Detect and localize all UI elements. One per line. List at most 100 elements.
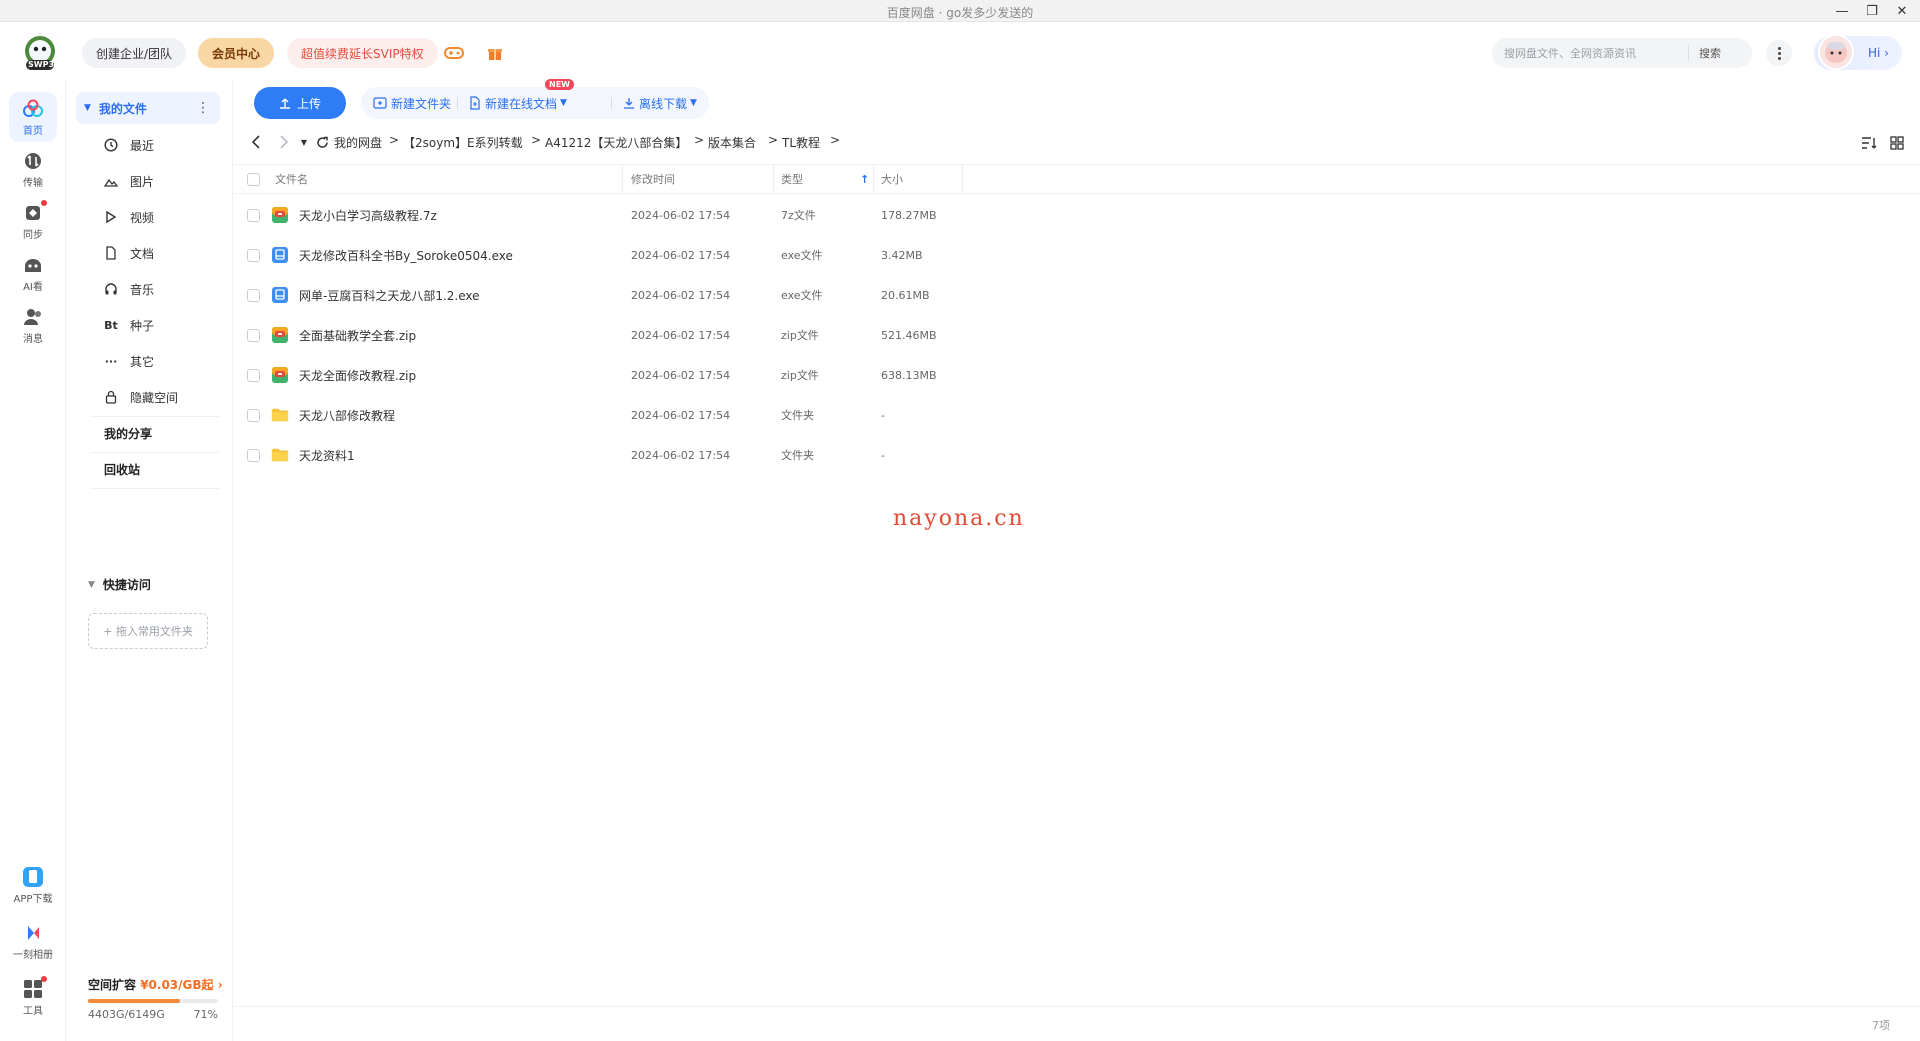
file-name[interactable]: 天龙八部修改教程	[299, 395, 395, 435]
table-row[interactable]: 天龙八部修改教程 2024-06-02 17:54 文件夹 -	[233, 395, 1920, 435]
nav-item-tools[interactable]: 工具	[9, 972, 57, 1022]
file-name[interactable]: 天龙资料1	[299, 435, 355, 475]
table-row[interactable]: 全面基础教学全套.zip 2024-06-02 17:54 zip文件 521.46M…	[233, 315, 1920, 355]
column-header-modified[interactable]: 修改时间	[631, 165, 675, 193]
sort-ascending-icon[interactable]: ↑	[860, 165, 869, 193]
sidebar-item-documents[interactable]: 文档	[102, 239, 154, 267]
sidebar-item-music[interactable]: 音乐	[102, 275, 154, 303]
minimize-button[interactable]: —	[1830, 2, 1854, 20]
table-row[interactable]: 网单-豆腐百科之天龙八部1.2.exe 2024-06-02 17:54 exe文件…	[233, 275, 1920, 315]
new-online-doc-button[interactable]: 新建在线文档 ▼ NEW	[469, 79, 574, 119]
breadcrumb-item[interactable]: 我的网盘	[334, 134, 382, 151]
column-header-type[interactable]: 类型	[781, 165, 803, 193]
breadcrumb-item[interactable]: A41212【天龙八部合集】	[545, 134, 687, 151]
file-name[interactable]: 网单-豆腐百科之天龙八部1.2.exe	[299, 275, 480, 315]
sidebar-item-hidden-space[interactable]: 隐藏空间	[102, 383, 178, 411]
user-profile-button[interactable]: Hi ›	[1814, 34, 1902, 70]
nav-label-ai: AI看	[23, 282, 43, 293]
close-button[interactable]: ✕	[1890, 2, 1914, 20]
hi-label: Hi ›	[1868, 46, 1889, 60]
more-menu-button[interactable]	[1766, 40, 1792, 66]
breadcrumb-item[interactable]: 版本集合	[708, 134, 756, 151]
tools-notification-dot	[41, 976, 47, 982]
sidebar-item-images[interactable]: 图片	[102, 167, 154, 195]
checkbox[interactable]	[247, 248, 260, 262]
storage-quota[interactable]: 空间扩容 ¥0.03/GB起 › 4403G/6149G 71%	[88, 976, 228, 1021]
file-name[interactable]: 全面基础教学全套.zip	[299, 315, 416, 355]
search-button[interactable]: 搜索	[1689, 45, 1721, 61]
column-header-name[interactable]: 文件名	[275, 165, 308, 193]
checkbox[interactable]	[247, 368, 260, 382]
breadcrumb-item[interactable]: 【2soym】E系列转载	[403, 134, 523, 151]
collapse-arrow-icon[interactable]: ▼	[84, 103, 91, 113]
file-name[interactable]: 天龙小白学习高级教程.7z	[299, 195, 437, 235]
checkbox[interactable]	[247, 208, 260, 222]
sidebar-item-my-files[interactable]: ▼ 我的文件 ⋮	[76, 92, 220, 124]
grid-view-icon[interactable]	[1888, 134, 1906, 152]
sidebar-item-other[interactable]: ··· 其它	[102, 347, 154, 375]
gift-icon[interactable]	[483, 41, 507, 65]
search-input[interactable]	[1492, 46, 1688, 60]
sidebar-item-recycle-bin[interactable]: 回收站	[104, 455, 140, 483]
row-checkbox[interactable]	[247, 275, 260, 315]
back-arrow-icon[interactable]	[247, 133, 265, 151]
sidebar-item-my-share[interactable]: 我的分享	[104, 419, 152, 447]
row-checkbox[interactable]	[247, 235, 260, 275]
message-icon	[21, 306, 45, 328]
refresh-icon[interactable]	[313, 133, 331, 151]
svip-promo-button[interactable]: 超值续费延长SVIP特权	[287, 38, 438, 68]
quick-access-drop-zone[interactable]: + 拖入常用文件夹	[88, 613, 208, 649]
row-checkbox[interactable]	[247, 395, 260, 435]
sidebar-item-recent[interactable]: 最近	[102, 131, 154, 159]
checkbox[interactable]	[247, 408, 260, 422]
quota-progress-bar	[88, 999, 218, 1003]
quota-price: ¥0.03/GB起	[140, 978, 214, 992]
table-row[interactable]: 天龙小白学习高级教程.7z 2024-06-02 17:54 7z文件 178.27M…	[233, 195, 1920, 235]
tools-icon	[21, 976, 47, 1000]
nav-item-ai[interactable]: AI看	[9, 248, 57, 298]
file-name[interactable]: 天龙修改百科全书By_Soroke0504.exe	[299, 235, 513, 275]
checkbox[interactable]	[247, 288, 260, 302]
row-checkbox[interactable]	[247, 435, 260, 475]
nav-item-sync[interactable]: 同步	[9, 196, 57, 246]
restore-button[interactable]: ❐	[1860, 2, 1884, 20]
folder-icon	[271, 435, 289, 475]
row-checkbox[interactable]	[247, 355, 260, 395]
sidebar-item-torrents[interactable]: Bt 种子	[102, 311, 154, 339]
new-folder-button[interactable]: 新建文件夹	[373, 87, 451, 119]
nav-item-app-download[interactable]: APP下载	[9, 860, 57, 910]
checkbox[interactable]	[247, 448, 260, 462]
offline-download-button[interactable]: 离线下载 ▼	[623, 87, 697, 119]
nav-item-transfer[interactable]: 传输	[9, 144, 57, 194]
sidebar-item-videos[interactable]: 视频	[102, 203, 154, 231]
breadcrumb-item[interactable]: TL教程	[782, 134, 820, 151]
file-name[interactable]: 天龙全面修改教程.zip	[299, 355, 416, 395]
table-row[interactable]: 天龙全面修改教程.zip 2024-06-02 17:54 zip文件 638.13M…	[233, 355, 1920, 395]
history-dropdown-icon[interactable]: ▼	[295, 133, 313, 151]
select-all-checkbox[interactable]	[247, 165, 260, 193]
nav-item-album[interactable]: 一刻相册	[9, 916, 57, 966]
table-row[interactable]: 天龙修改百科全书By_Soroke0504.exe 2024-06-02 17:5…	[233, 235, 1920, 275]
quota-title-line: 空间扩容 ¥0.03/GB起 ›	[88, 976, 228, 993]
table-row[interactable]: 天龙资料1 2024-06-02 17:54 文件夹 -	[233, 435, 1920, 475]
create-team-button[interactable]: 创建企业/团队	[82, 38, 187, 68]
app-logo[interactable]: SWP3	[20, 34, 60, 72]
nav-label-messages: 消息	[23, 334, 43, 345]
column-header-size[interactable]: 大小	[881, 165, 903, 193]
row-checkbox[interactable]	[247, 195, 260, 235]
nav-item-messages[interactable]: 消息	[9, 300, 57, 350]
kebab-menu-icon[interactable]: ⋮	[196, 100, 210, 116]
row-checkbox[interactable]	[247, 315, 260, 355]
checkbox[interactable]	[247, 172, 260, 186]
upload-button[interactable]: 上传	[254, 87, 346, 119]
sort-list-icon[interactable]	[1860, 134, 1878, 152]
file-size: 521.46MB	[881, 328, 937, 342]
nav-item-home[interactable]: 首页	[9, 92, 57, 142]
vip-center-button[interactable]: 会员中心	[198, 38, 275, 68]
gamepad-icon[interactable]	[442, 41, 466, 65]
forward-arrow-icon[interactable]	[275, 133, 293, 151]
headphones-icon	[102, 280, 120, 298]
quick-access-header[interactable]: ▼ 快捷访问	[88, 576, 151, 593]
checkbox[interactable]	[247, 328, 260, 342]
avatar[interactable]	[1818, 34, 1854, 70]
